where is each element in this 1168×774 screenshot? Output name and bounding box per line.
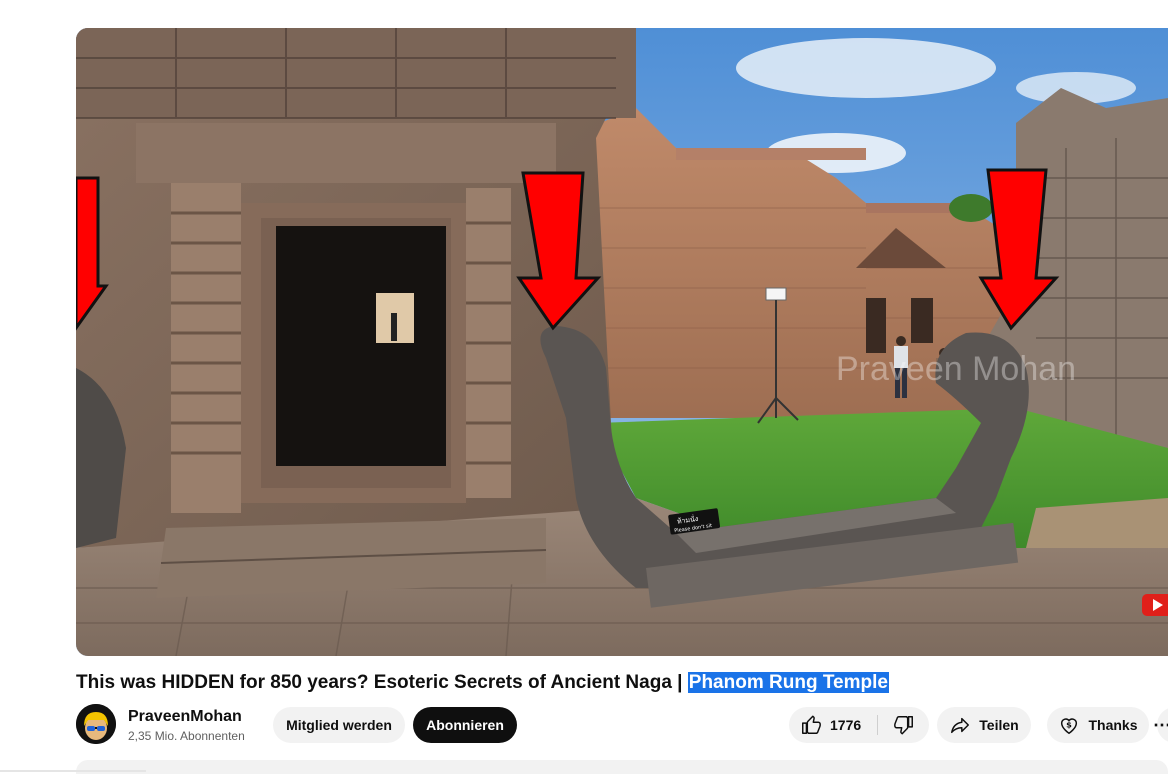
thanks-label: Thanks [1088, 717, 1138, 733]
thumbs-up-icon [802, 715, 821, 734]
like-dislike-group: 1776 [789, 707, 929, 743]
share-button[interactable]: Teilen [937, 707, 1031, 743]
like-count: 1776 [830, 717, 862, 733]
youtube-watch-page: ห้ามนั่ง Please don't sit Praveen Mohan … [0, 0, 1168, 774]
share-label: Teilen [979, 717, 1019, 733]
subscribe-button[interactable]: Abonnieren [413, 707, 517, 743]
avatar-image [76, 704, 116, 744]
thumbs-down-icon [893, 716, 913, 735]
join-button[interactable]: Mitglied werden [273, 707, 405, 743]
description-box[interactable] [76, 760, 1168, 774]
share-icon [949, 714, 971, 736]
horizontal-scrollbar[interactable] [0, 770, 146, 772]
video-title-main: This was HIDDEN for 850 years? Esoteric … [76, 672, 688, 693]
svg-text:$: $ [1067, 719, 1073, 729]
video-player[interactable]: ห้ามนั่ง Please don't sit Praveen Mohan [76, 28, 1168, 656]
video-frame: ห้ามนั่ง Please don't sit Praveen Mohan [76, 28, 1168, 656]
video-watermark: Praveen Mohan [836, 350, 1076, 388]
more-icon: ⋯ [1153, 715, 1168, 735]
like-button[interactable]: 1776 [789, 707, 877, 743]
thanks-icon: $ [1058, 714, 1080, 736]
thanks-button[interactable]: $ Thanks [1047, 707, 1149, 743]
channel-avatar[interactable] [76, 704, 116, 744]
video-title: This was HIDDEN for 850 years? Esoteric … [76, 670, 889, 696]
subscriber-count: 2,35 Mio. Abonnenten [128, 729, 245, 743]
dislike-button[interactable] [878, 707, 929, 743]
video-title-highlighted[interactable]: Phanom Rung Temple [687, 672, 889, 693]
more-actions-button[interactable]: ⋯ [1153, 707, 1168, 743]
channel-name[interactable]: PraveenMohan [128, 707, 242, 727]
